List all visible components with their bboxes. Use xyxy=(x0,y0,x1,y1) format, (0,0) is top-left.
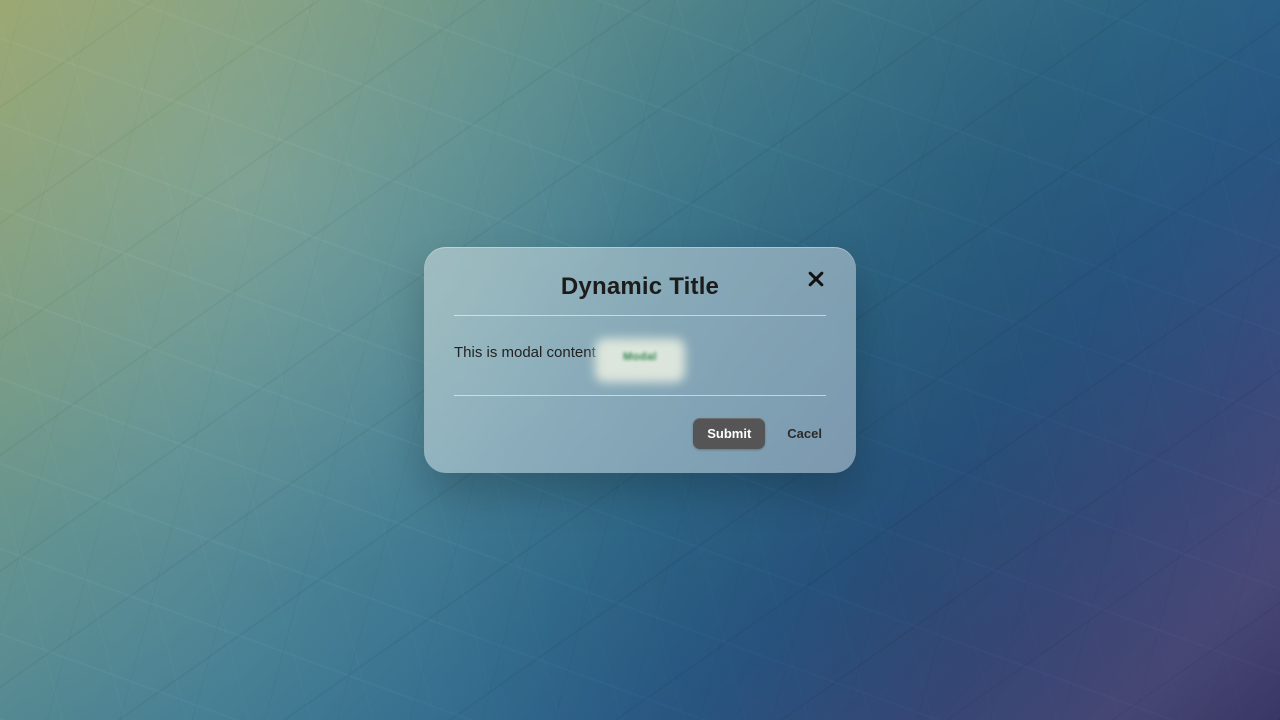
background-ghost-button xyxy=(595,338,685,382)
modal-title: Dynamic Title xyxy=(454,273,826,301)
modal-dialog: Dynamic Title Modal This is modal conten… xyxy=(424,247,856,473)
close-icon xyxy=(806,269,826,289)
modal-footer: Submit Cacel xyxy=(454,396,826,449)
modal-body: Modal This is modal content xyxy=(454,316,826,396)
submit-button[interactable]: Submit xyxy=(693,418,765,449)
modal-header: Dynamic Title xyxy=(454,273,826,316)
cancel-button[interactable]: Cacel xyxy=(783,418,826,449)
close-button[interactable] xyxy=(802,265,830,293)
